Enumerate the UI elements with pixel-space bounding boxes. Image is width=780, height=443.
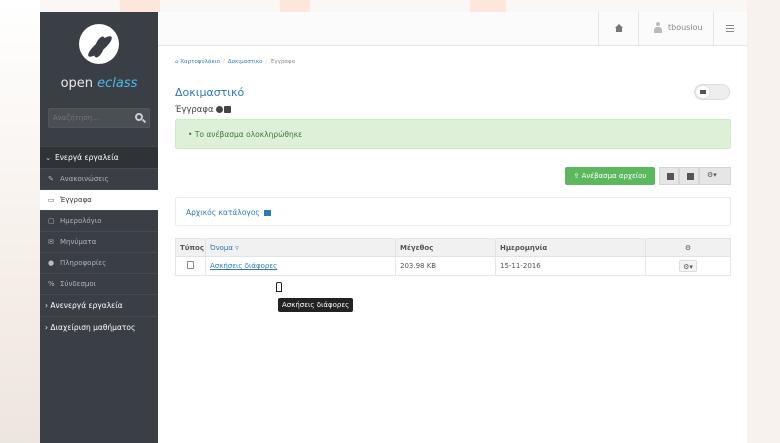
- username[interactable]: tbousiou: [668, 23, 703, 32]
- upload-file-button[interactable]: ⇪ Ανέβασμα αρχείου: [565, 167, 655, 185]
- files-table: Τύπος Όνομα ▿ Μέγεθος Ημερομηνία ⚙ Ασκήσ…: [175, 238, 731, 276]
- main-content: tbousiou ⌂ Χαρτοφυλάκιο / Δοκιμαστικό / Έγγρ…: [158, 12, 747, 443]
- chevron-right-icon: ›: [45, 301, 48, 310]
- folder-icon: [687, 173, 694, 180]
- link-icon: %: [48, 280, 55, 288]
- info-icon: ●: [48, 259, 55, 267]
- chevron-down-icon: ⌄: [45, 153, 52, 162]
- new-folder-button[interactable]: [679, 167, 699, 185]
- screen-frame-left: [0, 0, 40, 443]
- collapse-icon[interactable]: [223, 106, 231, 113]
- gears-icon: ⚙▾: [707, 171, 717, 179]
- calendar-icon: ▢: [48, 217, 55, 225]
- new-document-button[interactable]: [659, 167, 679, 185]
- table-header-row: Τύπος Όνομα ▿ Μέγεθος Ημερομηνία ⚙: [175, 238, 731, 257]
- file-name-cell: Ασκήσεις διάφορες: [205, 256, 396, 276]
- sidebar-item-calendar[interactable]: ▢ Ημερολόγιο: [40, 210, 158, 231]
- sidebar: open eclass ⌄Ενεργά εργαλεία ✎Ανακοινώσε…: [40, 12, 158, 443]
- sidebar-item-info[interactable]: ● Πληροφορίες: [40, 252, 158, 273]
- row-actions-button[interactable]: ⚙▾: [679, 260, 697, 272]
- logo-text: open eclass: [60, 76, 138, 91]
- col-type: Τύπος: [175, 238, 206, 257]
- user-icon: [654, 22, 662, 34]
- file-date-cell: 15-11-2016: [495, 256, 646, 276]
- page-subtitle: Έγγραφα: [175, 105, 231, 115]
- search-input[interactable]: [53, 109, 133, 127]
- eclass-logo-icon: [79, 24, 119, 64]
- col-date: Ημερομηνία: [495, 238, 646, 257]
- download-icon[interactable]: [263, 210, 271, 216]
- eclass-app: open eclass ⌄Ενεργά εργαλεία ✎Ανακοινώσε…: [40, 12, 747, 443]
- bullhorn-icon: ✎: [48, 175, 54, 183]
- search-icon[interactable]: [135, 113, 143, 121]
- file-type-cell: [175, 256, 206, 276]
- breadcrumb: ⌂ Χαρτοφυλάκιο / Δοκιμαστικό / Έγγραφα: [175, 59, 296, 65]
- tooltip: Ασκήσεις διάφορες: [278, 298, 354, 312]
- breadcrumb-portfolio[interactable]: Χαρτοφυλάκιο: [180, 59, 220, 65]
- section-inactive-tools[interactable]: › Ανενεργά εργαλεία: [40, 294, 158, 316]
- screen-frame-right: [747, 0, 780, 443]
- settings-dropdown-button[interactable]: ⚙▾: [699, 167, 731, 185]
- sort-icon: ▿: [235, 243, 239, 252]
- document-icon: [187, 261, 194, 269]
- gears-icon: ⚙: [684, 243, 692, 252]
- directory-panel: Αρχικός κατάλογος: [175, 197, 731, 226]
- file-link[interactable]: Ασκήσεις διάφορες: [210, 262, 277, 270]
- folder-icon: ▭: [48, 196, 55, 204]
- col-actions: ⚙: [645, 238, 731, 257]
- sidebar-menu: ⌄ Ενεργά εργαλεία ✎ Ανακοινώσεις ▭ Έγγραφα …: [40, 146, 158, 338]
- section-active-tools[interactable]: ⌄ Ενεργά εργαλεία: [40, 146, 158, 168]
- sidebar-item-messages[interactable]: ✉ Μηνύματα: [40, 231, 158, 252]
- table-row: Ασκήσεις διάφορες 203.98 KB 15-11-2016 ⚙…: [175, 256, 731, 276]
- graduation-cap-icon: [700, 90, 706, 94]
- screen-frame-top: [40, 0, 747, 12]
- chevron-right-icon: ›: [45, 323, 48, 332]
- home-icon[interactable]: [614, 24, 624, 34]
- root-directory-label: Αρχικός κατάλογος: [186, 208, 260, 217]
- top-bar: tbousiou: [158, 12, 747, 46]
- logo[interactable]: open eclass: [40, 12, 158, 110]
- envelope-icon: ✉: [48, 238, 54, 246]
- hand-cursor-icon: [274, 282, 282, 294]
- sidebar-item-announcements[interactable]: ✎ Ανακοινώσεις: [40, 168, 158, 189]
- sidebar-item-documents[interactable]: ▭ Έγγραφα: [40, 189, 158, 210]
- sidebar-search: [48, 108, 150, 128]
- success-alert: • Το ανέβασμα ολοκληρώθηκε: [175, 119, 731, 149]
- file-actions-cell: ⚙▾: [645, 256, 731, 276]
- breadcrumb-course[interactable]: Δοκιμαστικό: [228, 59, 263, 65]
- page-title[interactable]: Δοκιμαστικό: [175, 86, 244, 99]
- col-name[interactable]: Όνομα ▿: [205, 238, 396, 257]
- file-icon: [667, 173, 674, 180]
- section-course-admin[interactable]: › Διαχείριση μαθήματος: [40, 316, 158, 338]
- student-view-toggle[interactable]: [694, 84, 730, 100]
- breadcrumb-current: Έγγραφα: [270, 59, 296, 65]
- help-icon[interactable]: [215, 106, 223, 113]
- settings-icon[interactable]: [726, 25, 734, 33]
- sidebar-item-links[interactable]: % Σύνδεσμοι: [40, 273, 158, 294]
- col-size: Μέγεθος: [395, 238, 496, 257]
- file-size-cell: 203.98 KB: [395, 256, 496, 276]
